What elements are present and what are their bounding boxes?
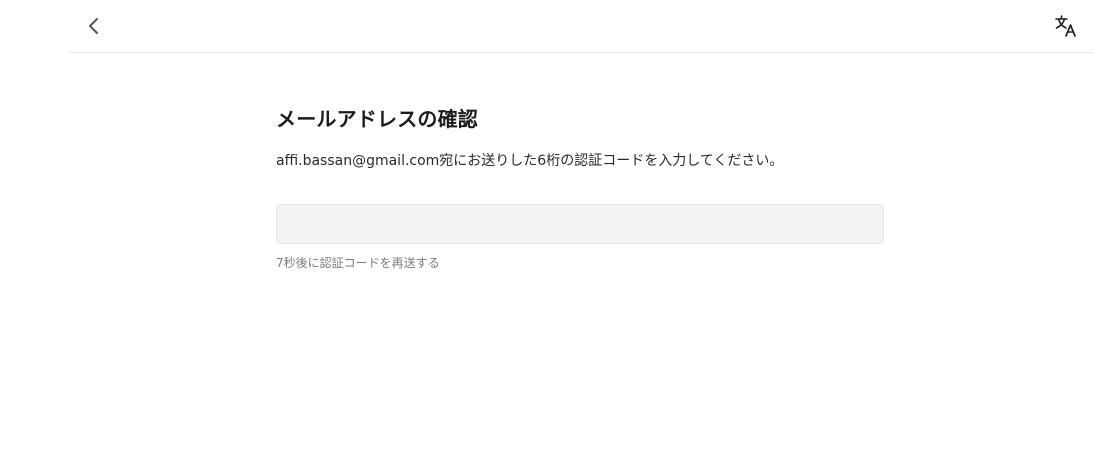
- page-title: メールアドレスの確認: [276, 107, 478, 131]
- resend-code-countdown: 7秒後に認証コードを再送する: [276, 256, 440, 270]
- verify-email-panel: メールアドレスの確認 affi.bassan@gmail.com宛にお送りした6…: [276, 104, 884, 272]
- translate-icon: [1055, 15, 1076, 37]
- verification-description: affi.bassan@gmail.com宛にお送りした6桁の認証コードを入力し…: [276, 153, 784, 169]
- top-bar: [68, 0, 1094, 53]
- chevron-left-icon: [89, 18, 98, 34]
- verification-code-input[interactable]: [276, 204, 884, 244]
- back-button[interactable]: [80, 12, 108, 40]
- translate-button[interactable]: [1052, 12, 1080, 40]
